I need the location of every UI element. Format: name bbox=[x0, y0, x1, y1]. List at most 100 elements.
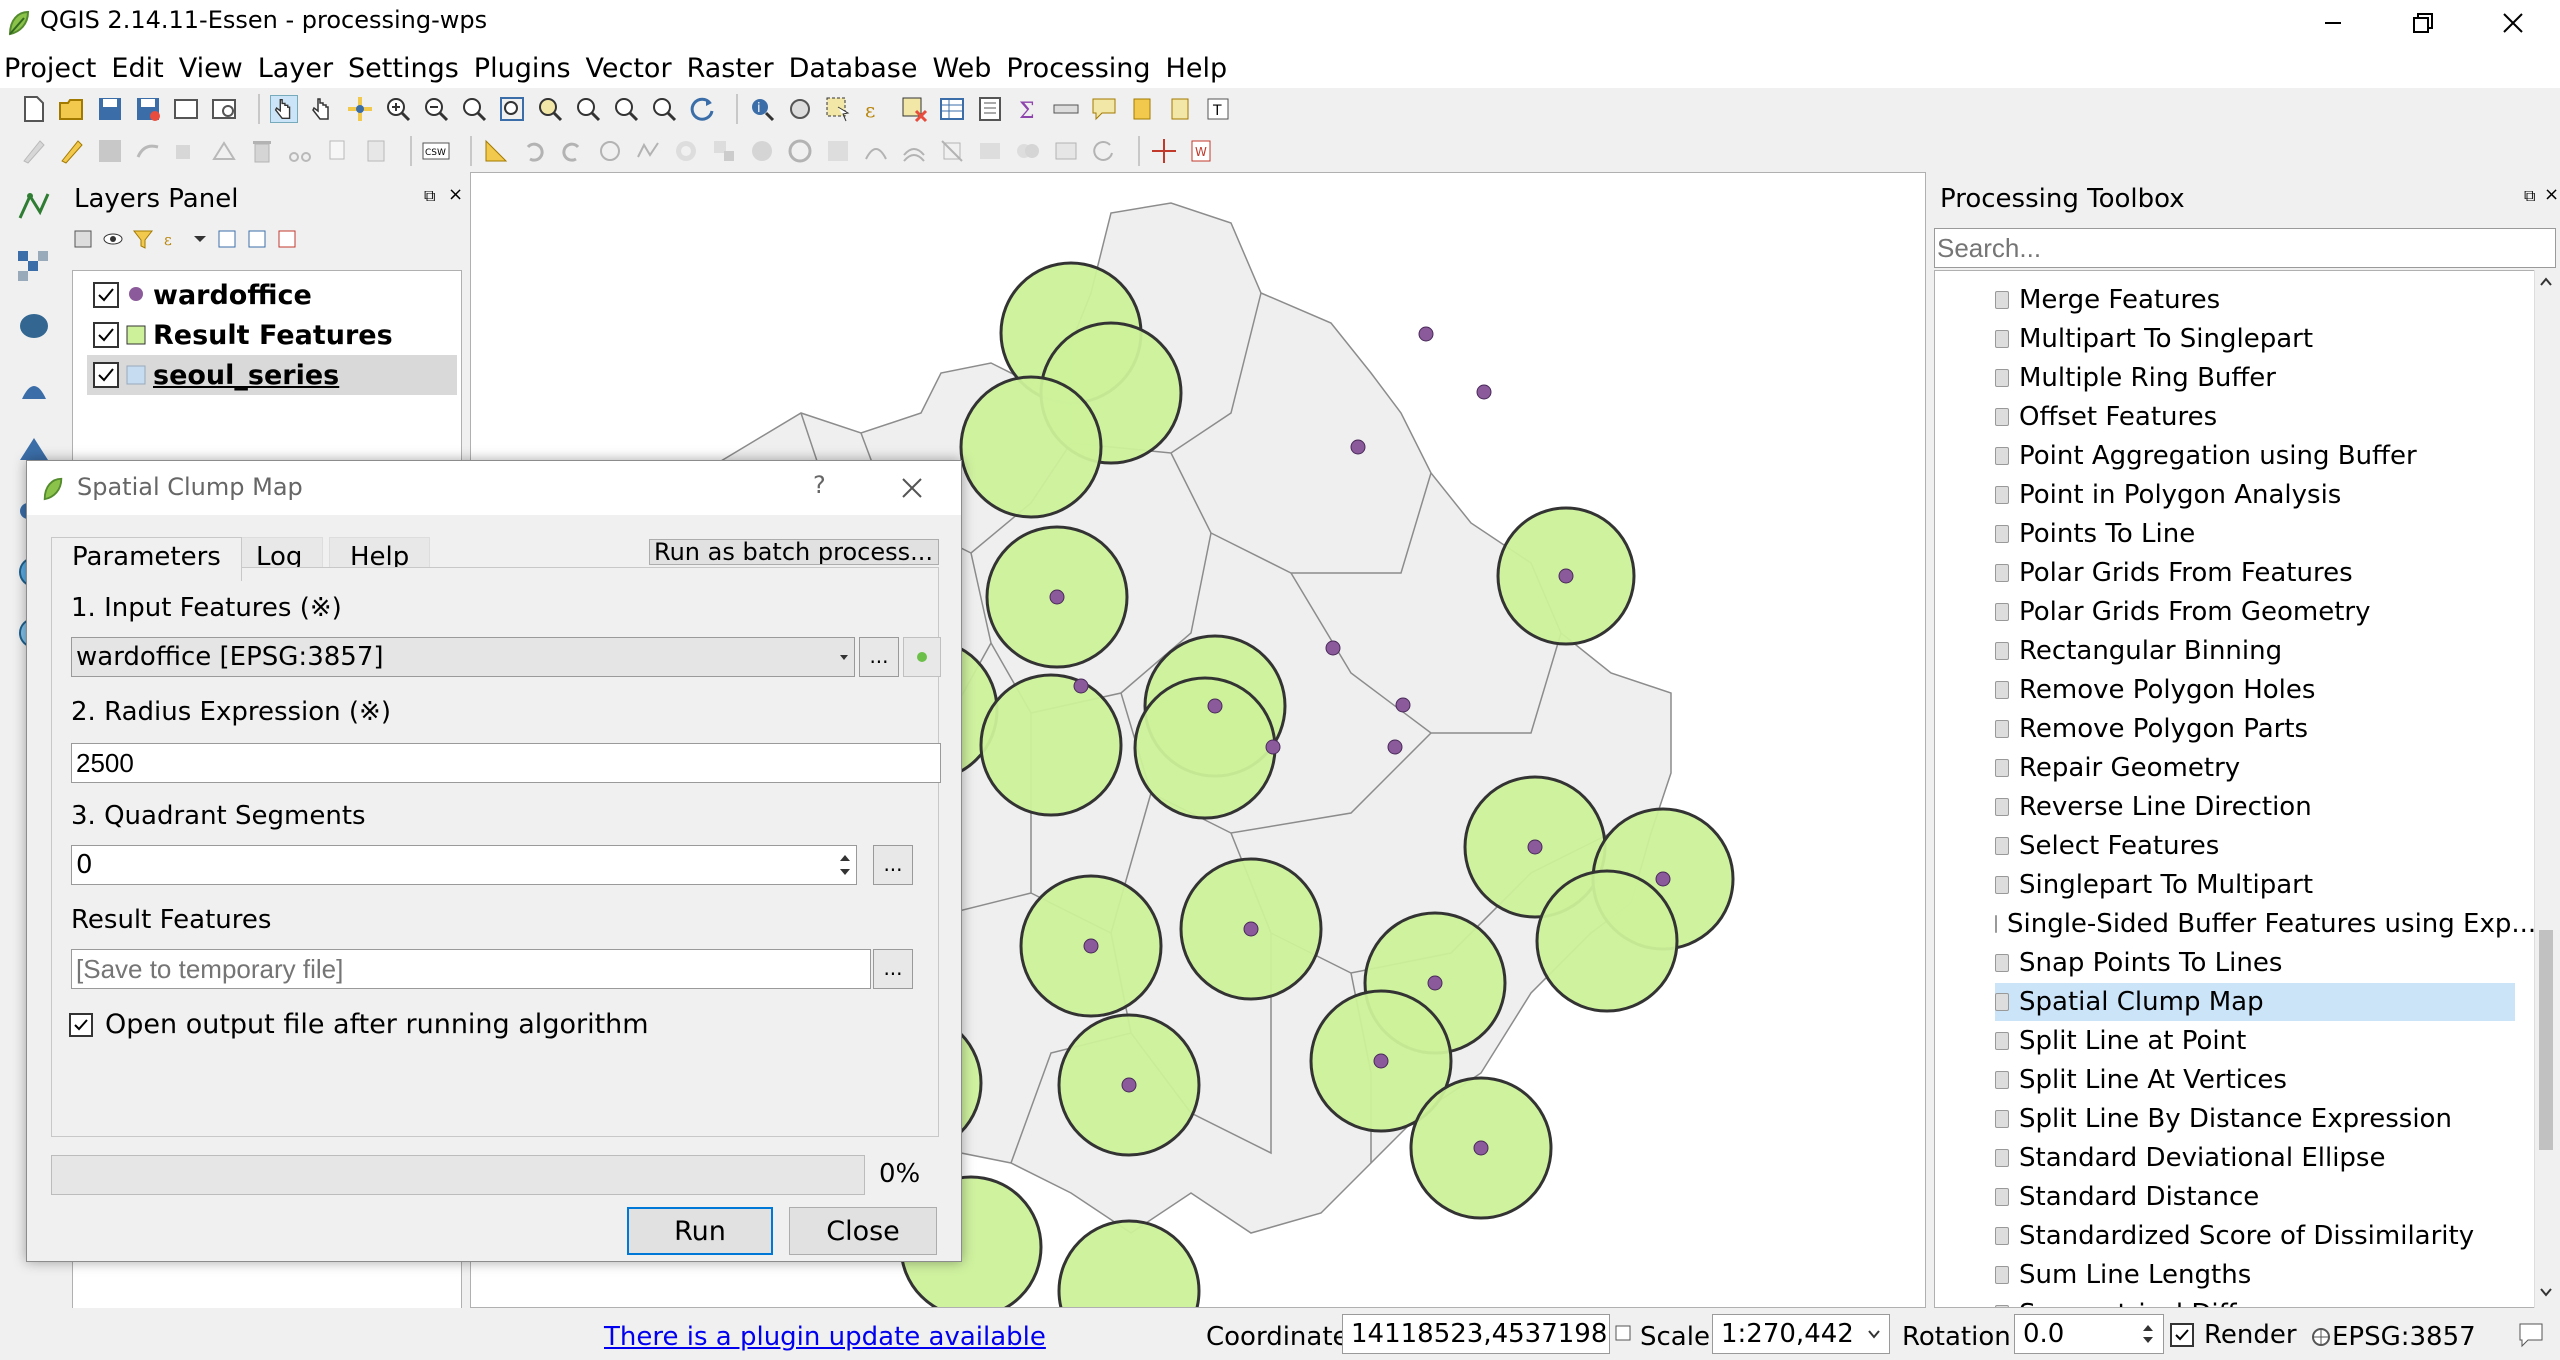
toolbox-item[interactable]: Polar Grids From Geometry bbox=[1995, 593, 2515, 631]
zoom-in-icon[interactable] bbox=[384, 95, 412, 123]
style-manager-icon[interactable] bbox=[72, 228, 94, 250]
open-output-row[interactable]: Open output file after running algorithm bbox=[69, 1009, 649, 1040]
close-window-button[interactable] bbox=[2468, 0, 2558, 46]
menu-edit[interactable]: Edit bbox=[111, 53, 163, 84]
minimize-button[interactable] bbox=[2288, 0, 2378, 46]
chevron-down-icon[interactable] bbox=[192, 228, 208, 250]
paste-features-icon[interactable] bbox=[362, 137, 390, 165]
delete-selected-icon[interactable] bbox=[248, 137, 276, 165]
quadrant-segments-spinbox[interactable]: 0 bbox=[71, 845, 857, 885]
identify-icon[interactable]: i bbox=[748, 95, 776, 123]
zoom-native-icon[interactable] bbox=[460, 95, 488, 123]
input-features-select[interactable]: wardoffice [EPSG:3857] bbox=[71, 637, 855, 677]
reshape-features-icon[interactable] bbox=[862, 137, 890, 165]
layer-row-result-features[interactable]: Result Features bbox=[93, 315, 393, 355]
toolbox-item[interactable]: Snap Points To Lines bbox=[1995, 944, 2515, 982]
menu-web[interactable]: Web bbox=[932, 53, 991, 84]
toolbox-item[interactable]: Point in Polygon Analysis bbox=[1995, 476, 2515, 514]
toolbox-item[interactable]: Standard Deviational Ellipse bbox=[1995, 1139, 2515, 1177]
menu-processing[interactable]: Processing bbox=[1006, 53, 1150, 84]
spin-down-icon[interactable] bbox=[838, 865, 852, 879]
menu-plugins[interactable]: Plugins bbox=[474, 53, 571, 84]
extents-toggle-icon[interactable] bbox=[1614, 1322, 1632, 1344]
add-raster-layer-icon[interactable] bbox=[14, 247, 54, 287]
add-ring-icon[interactable] bbox=[672, 137, 700, 165]
toolbox-item[interactable]: Offset Features bbox=[1995, 398, 2515, 436]
layer-row-wardoffice[interactable]: wardoffice bbox=[93, 275, 312, 315]
batch-process-button[interactable]: Run as batch process... bbox=[649, 539, 939, 565]
coordinate-field[interactable]: 14118523,4537198 bbox=[1342, 1314, 1610, 1354]
deselect-all-icon[interactable] bbox=[900, 95, 928, 123]
toolbox-item[interactable]: Singlepart To Multipart bbox=[1995, 866, 2515, 904]
run-feature-action-icon[interactable] bbox=[786, 95, 814, 123]
csw-icon[interactable]: CSW bbox=[422, 137, 450, 165]
offset-curve-icon[interactable] bbox=[900, 137, 928, 165]
spin-up-icon[interactable] bbox=[2141, 1322, 2155, 1334]
scrollbar-thumb[interactable] bbox=[2539, 930, 2553, 1150]
close-button[interactable]: Close bbox=[789, 1207, 937, 1255]
map-tips-icon[interactable] bbox=[1090, 95, 1118, 123]
collapse-all-icon[interactable] bbox=[246, 228, 268, 250]
rotate-point-symbols-icon[interactable] bbox=[1090, 137, 1118, 165]
layer-row-seoul-series[interactable]: seoul_series bbox=[87, 355, 457, 395]
filter-expression-icon[interactable]: ε bbox=[162, 228, 184, 250]
toolbox-item[interactable]: Spatial Clump Map bbox=[1995, 983, 2515, 1021]
toolbox-item[interactable]: Split Line At Vertices bbox=[1995, 1061, 2515, 1099]
add-feature-icon[interactable] bbox=[134, 137, 162, 165]
zoom-to-selection-icon[interactable] bbox=[536, 95, 564, 123]
undo-icon[interactable] bbox=[520, 137, 548, 165]
scroll-up-icon[interactable] bbox=[2538, 274, 2554, 290]
add-spatialite-layer-icon[interactable] bbox=[14, 369, 54, 409]
toolbox-item[interactable]: Reverse Line Direction bbox=[1995, 788, 2515, 826]
toggle-editing-icon[interactable] bbox=[58, 137, 86, 165]
zoom-last-icon[interactable] bbox=[612, 95, 640, 123]
wps-client-icon[interactable]: W bbox=[1188, 137, 1216, 165]
composer-manager-icon[interactable] bbox=[210, 95, 238, 123]
redo-icon[interactable] bbox=[558, 137, 586, 165]
add-vector-layer-icon[interactable] bbox=[14, 186, 54, 226]
toolbox-item[interactable]: Merge Features bbox=[1995, 281, 2515, 319]
scroll-down-icon[interactable] bbox=[2538, 1284, 2554, 1300]
coordinate-capture-icon[interactable] bbox=[1150, 137, 1178, 165]
help-button[interactable]: ? bbox=[813, 471, 826, 499]
tab-parameters[interactable]: Parameters bbox=[51, 537, 242, 581]
save-as-icon[interactable] bbox=[134, 95, 162, 123]
menu-database[interactable]: Database bbox=[789, 53, 918, 84]
run-button[interactable]: Run bbox=[627, 1207, 773, 1255]
toolbox-item[interactable]: Select Features bbox=[1995, 827, 2515, 865]
new-bookmark-icon[interactable] bbox=[1128, 95, 1156, 123]
toolbox-item[interactable]: Point Aggregation using Buffer bbox=[1995, 437, 2515, 475]
restore-button[interactable] bbox=[2378, 0, 2468, 46]
layer-checkbox[interactable] bbox=[93, 322, 119, 348]
zoom-next-icon[interactable] bbox=[650, 95, 678, 123]
filter-legend-icon[interactable] bbox=[132, 228, 154, 250]
menu-view[interactable]: View bbox=[179, 53, 243, 84]
rotation-spinbox[interactable]: 0.0 bbox=[2014, 1314, 2164, 1354]
menu-project[interactable]: Project bbox=[4, 53, 96, 84]
remove-layer-icon[interactable] bbox=[276, 228, 298, 250]
zoom-full-icon[interactable] bbox=[498, 95, 526, 123]
menu-settings[interactable]: Settings bbox=[348, 53, 459, 84]
split-parts-icon[interactable] bbox=[976, 137, 1004, 165]
select-features-icon[interactable] bbox=[824, 95, 852, 123]
toolbox-item[interactable]: Rectangular Binning bbox=[1995, 632, 2515, 670]
open-output-checkbox[interactable] bbox=[69, 1012, 93, 1037]
add-postgis-layer-icon[interactable] bbox=[14, 308, 54, 348]
delete-part-icon[interactable] bbox=[824, 137, 852, 165]
pan-to-selection-icon[interactable] bbox=[346, 95, 374, 123]
messages-icon[interactable] bbox=[2516, 1320, 2546, 1350]
iterate-button[interactable] bbox=[903, 637, 941, 677]
text-annotation-icon[interactable]: T bbox=[1204, 95, 1232, 123]
show-bookmarks-icon[interactable] bbox=[1166, 95, 1194, 123]
menu-raster[interactable]: Raster bbox=[687, 53, 774, 84]
toolbox-item[interactable]: Repair Geometry bbox=[1995, 749, 2515, 787]
save-project-icon[interactable] bbox=[96, 95, 124, 123]
scale-combobox[interactable]: 1:270,442 bbox=[1712, 1314, 1890, 1354]
result-features-input[interactable] bbox=[71, 949, 871, 989]
menu-layer[interactable]: Layer bbox=[258, 53, 333, 84]
layer-checkbox[interactable] bbox=[93, 282, 119, 308]
merge-attributes-icon[interactable] bbox=[1052, 137, 1080, 165]
spin-up-icon[interactable] bbox=[838, 851, 852, 865]
statistics-icon[interactable]: Σ bbox=[1014, 95, 1042, 123]
merge-features-icon[interactable] bbox=[1014, 137, 1042, 165]
